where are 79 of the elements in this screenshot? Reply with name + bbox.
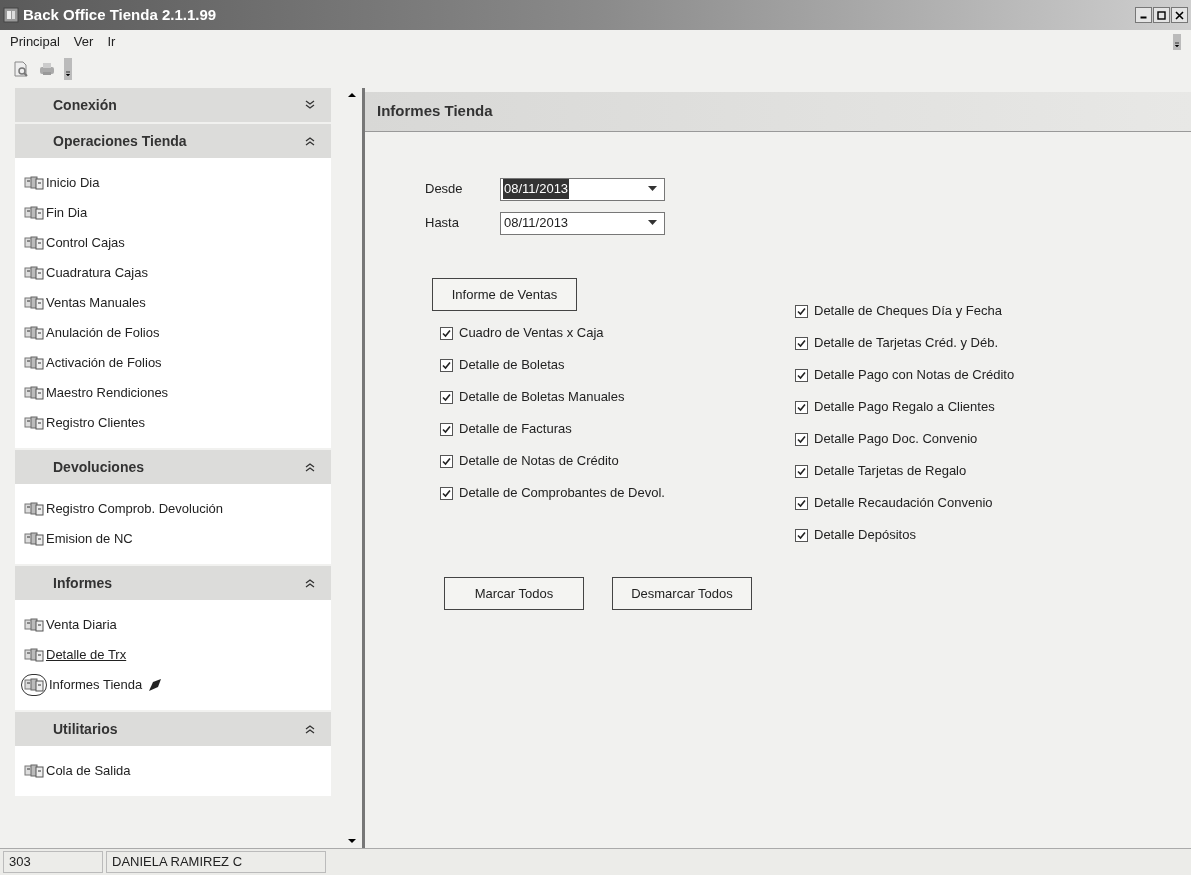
sidebar-item[interactable]: Detalle de Trx — [15, 640, 331, 670]
checkbox-label: Detalle de Cheques Día y Fecha — [814, 302, 1002, 321]
dropdown-arrow-icon[interactable] — [648, 186, 657, 192]
dropdown-arrow-icon[interactable] — [648, 220, 657, 226]
sidebar-item[interactable]: Ventas Manuales — [15, 288, 331, 318]
action-button[interactable]: Desmarcar Todos — [612, 577, 752, 610]
checkbox[interactable] — [795, 400, 808, 414]
checkbox-label: Detalle de Notas de Crédito — [459, 452, 619, 471]
overflow-icon[interactable] — [1173, 34, 1181, 50]
checkbox-label: Detalle Pago Regalo a Clientes — [814, 398, 995, 417]
sidebar-item[interactable]: Activación de Folios — [15, 348, 331, 378]
menu-item[interactable]: Ver — [73, 32, 94, 52]
minimize-button[interactable] — [1135, 7, 1152, 23]
sidebar-item[interactable]: Informes Tienda — [15, 670, 331, 700]
sidebar-item[interactable]: Cuadratura Cajas — [15, 258, 331, 288]
date-field[interactable]: 08/11/2013 — [500, 177, 665, 201]
sidebar-item[interactable]: Control Cajas — [15, 228, 331, 258]
checkbox-label: Cuadro de Ventas x Caja — [459, 324, 604, 343]
checkbox[interactable] — [795, 496, 808, 510]
checkbox[interactable] — [440, 390, 453, 404]
section-header[interactable]: Devoluciones — [15, 450, 331, 484]
checkbox-label: Detalle de Boletas — [459, 356, 565, 375]
checkbox[interactable] — [440, 358, 453, 372]
panel-header: Informes Tienda — [365, 92, 1191, 132]
collapse-icon[interactable] — [305, 462, 315, 472]
print-preview-icon[interactable] — [12, 60, 30, 78]
maximize-icon — [1157, 10, 1166, 20]
maximize-button[interactable] — [1153, 7, 1170, 23]
checkbox-label: Detalle Tarjetas de Regalo — [814, 462, 967, 481]
action-button[interactable]: Marcar Todos — [444, 577, 584, 610]
collapse-icon[interactable] — [305, 136, 315, 146]
checkbox[interactable] — [795, 304, 808, 318]
report-button[interactable]: Informe de Ventas — [432, 278, 577, 311]
status-field: DANIELA RAMIREZ C — [106, 851, 326, 873]
checkbox-label: Detalle Recaudación Convenio — [814, 494, 993, 513]
overflow-icon[interactable] — [64, 58, 72, 80]
sidebar-item[interactable]: Anulación de Folios — [15, 318, 331, 348]
expand-icon[interactable] — [305, 100, 315, 110]
date-label: Desde — [425, 180, 464, 199]
checkbox-label: Detalle Pago Doc. Convenio — [814, 430, 978, 449]
minimize-icon — [1140, 16, 1147, 19]
date-field[interactable]: 08/11/2013 — [500, 211, 665, 235]
checkbox[interactable] — [795, 336, 808, 350]
checkbox-label: Detalle Depósitos — [814, 526, 916, 545]
checkbox-label: Detalle de Facturas — [459, 420, 572, 439]
sidebar-item[interactable]: Venta Diaria — [15, 610, 331, 640]
checkbox-label: Detalle de Comprobantes de Devol. — [459, 484, 665, 503]
pointer-icon — [147, 677, 164, 693]
checkbox-label: Detalle Pago con Notas de Crédito — [814, 366, 1015, 385]
window-title: Back Office Tienda 2.1.1.99 — [23, 4, 217, 25]
sidebar-item[interactable]: Emision de NC — [15, 524, 331, 554]
checkbox[interactable] — [440, 454, 453, 468]
checkbox-label: Detalle de Tarjetas Créd. y Déb. — [814, 334, 999, 353]
checkbox[interactable] — [795, 464, 808, 478]
collapse-icon[interactable] — [305, 578, 315, 588]
checkbox-label: Detalle de Boletas Manuales — [459, 388, 625, 407]
checkbox[interactable] — [440, 422, 453, 436]
checkbox[interactable] — [440, 326, 453, 340]
menu-item[interactable]: Principal — [10, 32, 60, 52]
checkbox[interactable] — [795, 432, 808, 446]
status-field: 303 — [3, 851, 103, 873]
section-header[interactable]: Informes — [15, 566, 331, 600]
close-icon — [1175, 10, 1184, 20]
collapse-icon[interactable] — [305, 724, 315, 734]
checkbox[interactable] — [795, 528, 808, 542]
menu-item[interactable]: Ir — [107, 32, 116, 52]
checkbox[interactable] — [440, 486, 453, 500]
checkbox[interactable] — [795, 368, 808, 382]
sidebar-item[interactable]: Maestro Rendiciones — [15, 378, 331, 408]
section-header[interactable]: Utilitarios — [15, 712, 331, 746]
sidebar-item[interactable]: Registro Comprob. Devolución — [15, 494, 331, 524]
date-label: Hasta — [425, 214, 460, 233]
app-icon — [3, 7, 19, 23]
section-header[interactable]: Operaciones Tienda — [15, 124, 331, 158]
sidebar-item[interactable]: Registro Clientes — [15, 408, 331, 438]
close-button[interactable] — [1171, 7, 1188, 23]
sidebar-item[interactable]: Fin Dia — [15, 198, 331, 228]
section-header[interactable]: Conexión — [15, 88, 331, 122]
sidebar-item[interactable]: Inicio Dia — [15, 168, 331, 198]
